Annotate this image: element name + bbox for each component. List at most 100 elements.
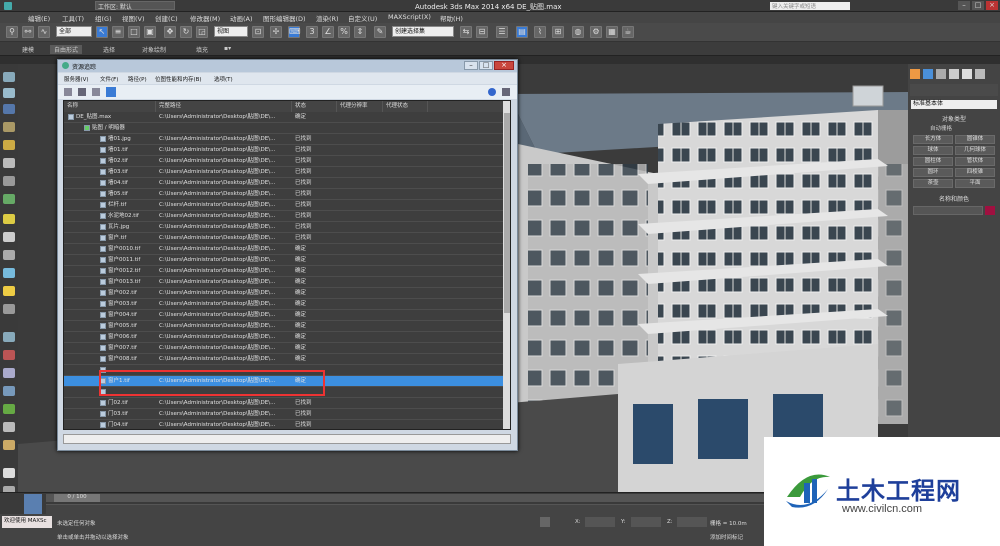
dialog-menu-bitmap[interactable]: 位图性能和内存(B) <box>155 75 202 83</box>
menu-maxscript[interactable]: MAXScript(X) <box>388 13 431 21</box>
angle-snap-icon[interactable]: ∠ <box>322 26 334 38</box>
table-row[interactable]: 窗户008.tif C:\Users\Administrator\Desktop\… <box>64 354 504 365</box>
table-row[interactable]: 窗户004.tif C:\Users\Administrator\Desktop\… <box>64 310 504 321</box>
menu-create[interactable]: 创建(C) <box>155 13 178 23</box>
search-input[interactable]: 键入关键字或短语 <box>770 2 850 10</box>
menu-help[interactable]: 帮助(H) <box>440 13 463 23</box>
table-row[interactable]: 窗户002.tif C:\Users\Administrator\Desktop\… <box>64 288 504 299</box>
menu-animation[interactable]: 动画(A) <box>230 13 253 23</box>
workspace-select[interactable]: 工作区: 默认 <box>95 1 175 11</box>
tool-14-icon[interactable] <box>3 304 15 314</box>
motion-tab-icon[interactable] <box>949 69 959 79</box>
tube-button[interactable]: 管状体 <box>955 157 995 166</box>
table-row[interactable]: DE_贴图.max C:\Users\Administrator\Desktop\… <box>64 112 504 123</box>
link-icon[interactable]: ⚲ <box>6 26 18 38</box>
dialog-close-icon[interactable]: × <box>494 61 514 70</box>
tool-1-icon[interactable] <box>3 72 15 82</box>
autogrid-checkbox[interactable]: 自动栅格 <box>930 124 952 132</box>
dialog-minimize-icon[interactable]: – <box>464 61 478 70</box>
primitive-type-select[interactable]: 标准基本体 <box>911 100 997 109</box>
tool-13-icon[interactable] <box>3 286 15 296</box>
modify-tab-icon[interactable] <box>923 69 933 79</box>
table-row[interactable]: 窗户003.tif C:\Users\Administrator\Desktop\… <box>64 299 504 310</box>
ribbon-tab-object-paint[interactable]: 对象绘制 <box>142 45 166 54</box>
add-time-tag[interactable]: 添加时间标记 <box>710 533 743 541</box>
create-tab-icon[interactable] <box>910 69 920 79</box>
display-tab-icon[interactable] <box>962 69 972 79</box>
cone-button[interactable]: 圆锥体 <box>955 135 995 144</box>
minimize-icon[interactable]: – <box>958 1 970 10</box>
scrollbar-thumb[interactable] <box>504 113 510 313</box>
z-coordinate-input[interactable] <box>677 517 707 527</box>
select-by-name-icon[interactable]: ≡ <box>112 26 124 38</box>
table-row[interactable]: 窗户0012.tif C:\Users\Administrator\Desktop… <box>64 266 504 277</box>
table-row[interactable]: 窗户.tif C:\Users\Administrator\Desktop\贴图\… <box>64 233 504 244</box>
tool-12-icon[interactable] <box>3 268 15 278</box>
table-row[interactable]: 水泥地02.tif C:\Users\Administrator\Desktop\… <box>64 211 504 222</box>
percent-snap-icon[interactable]: % <box>338 26 350 38</box>
object-name-input[interactable] <box>913 206 983 215</box>
table-row[interactable]: 窗户007.tif C:\Users\Administrator\Desktop\… <box>64 343 504 354</box>
reference-coordinate-select[interactable]: 视图 <box>214 26 248 37</box>
ribbon-tab-populate[interactable]: 填充 <box>196 45 208 54</box>
y-coordinate-input[interactable] <box>631 517 661 527</box>
menu-customize[interactable]: 自定义(U) <box>348 13 377 23</box>
dialog-title-bar[interactable]: 资源追踪 – □ × <box>58 60 517 72</box>
curve-editor-icon[interactable]: ⌇ <box>534 26 546 38</box>
dialog-maximize-icon[interactable]: □ <box>479 61 493 70</box>
maximize-icon[interactable]: □ <box>972 1 984 10</box>
pyramid-button[interactable]: 四棱锥 <box>955 168 995 177</box>
list-view-icon[interactable] <box>64 88 72 96</box>
rendered-frame-icon[interactable]: ▦ <box>606 26 618 38</box>
cylinder-button[interactable]: 圆柱体 <box>913 157 953 166</box>
keyboard-shortcut-icon[interactable]: ⌨ <box>288 26 301 38</box>
tool-2-icon[interactable] <box>3 88 15 98</box>
col-header-proxy-status[interactable]: 代理状态 <box>383 101 428 112</box>
tool-16-icon[interactable] <box>3 350 15 360</box>
table-row[interactable]: 墙03.tif C:\Users\Administrator\Desktop\贴图… <box>64 167 504 178</box>
tool-10-icon[interactable] <box>3 232 15 242</box>
layer-manager-icon[interactable]: ☰ <box>496 26 508 38</box>
menu-tools[interactable]: 工具(T) <box>62 13 84 23</box>
mirror-icon[interactable]: ⇆ <box>460 26 472 38</box>
table-row[interactable]: 墙02.tif C:\Users\Administrator\Desktop\贴图… <box>64 156 504 167</box>
dialog-menu-paths[interactable]: 路径(P) <box>128 75 147 83</box>
dialog-menu-file[interactable]: 文件(F) <box>100 75 118 83</box>
edit-named-selection-icon[interactable]: ✎ <box>374 26 386 38</box>
utilities-tab-icon[interactable] <box>975 69 985 79</box>
col-header-proxy-res[interactable]: 代理分辨率 <box>337 101 383 112</box>
move-icon[interactable]: ✥ <box>164 26 176 38</box>
scale-icon[interactable]: ◲ <box>196 26 208 38</box>
tool-8-icon[interactable] <box>3 194 15 204</box>
tool-22-icon[interactable] <box>3 468 15 478</box>
menu-group[interactable]: 组(G) <box>95 13 112 23</box>
ribbon-options-icon[interactable]: ▪▾ <box>224 45 231 52</box>
dialog-menu-server[interactable]: 服务器(V) <box>64 75 89 83</box>
selection-filter-select[interactable]: 全部 <box>56 26 92 37</box>
col-header-status[interactable]: 状态 <box>292 101 337 112</box>
lock-icon[interactable] <box>540 517 550 527</box>
tool-3-icon[interactable] <box>3 104 15 114</box>
tool-7-icon[interactable] <box>3 176 15 186</box>
menu-view[interactable]: 视图(V) <box>122 13 145 23</box>
tool-20-icon[interactable] <box>3 422 15 432</box>
spinner-snap-icon[interactable]: ⇕ <box>354 26 366 38</box>
maxscript-listener[interactable]: 欢迎使用 MAXSc <box>2 516 52 528</box>
dialog-menu-options[interactable]: 选项(T) <box>214 75 233 83</box>
timeline-mini-icon[interactable] <box>24 494 42 514</box>
x-coordinate-input[interactable] <box>585 517 615 527</box>
select-manipulate-icon[interactable]: ✢ <box>270 26 282 38</box>
table-row[interactable]: 门03.tif C:\Users\Administrator\Desktop\贴图… <box>64 409 504 420</box>
table-row[interactable]: 窗户0011.tif C:\Users\Administrator\Desktop… <box>64 255 504 266</box>
plane-button[interactable]: 平面 <box>955 179 995 188</box>
table-row[interactable]: 窗户0010.tif C:\Users\Administrator\Desktop… <box>64 244 504 255</box>
hierarchy-tab-icon[interactable] <box>936 69 946 79</box>
tool-5-icon[interactable] <box>3 140 15 150</box>
table-scrollbar[interactable] <box>503 101 510 429</box>
table-row[interactable]: 墙01.tif C:\Users\Administrator\Desktop\贴图… <box>64 145 504 156</box>
help-icon[interactable] <box>488 88 496 96</box>
dialog-status-field[interactable] <box>63 434 511 444</box>
select-object-icon[interactable]: ↖ <box>96 26 108 38</box>
sphere-button[interactable]: 球体 <box>913 146 953 155</box>
table-row[interactable]: 门04.tif C:\Users\Administrator\Desktop\贴图… <box>64 420 504 429</box>
